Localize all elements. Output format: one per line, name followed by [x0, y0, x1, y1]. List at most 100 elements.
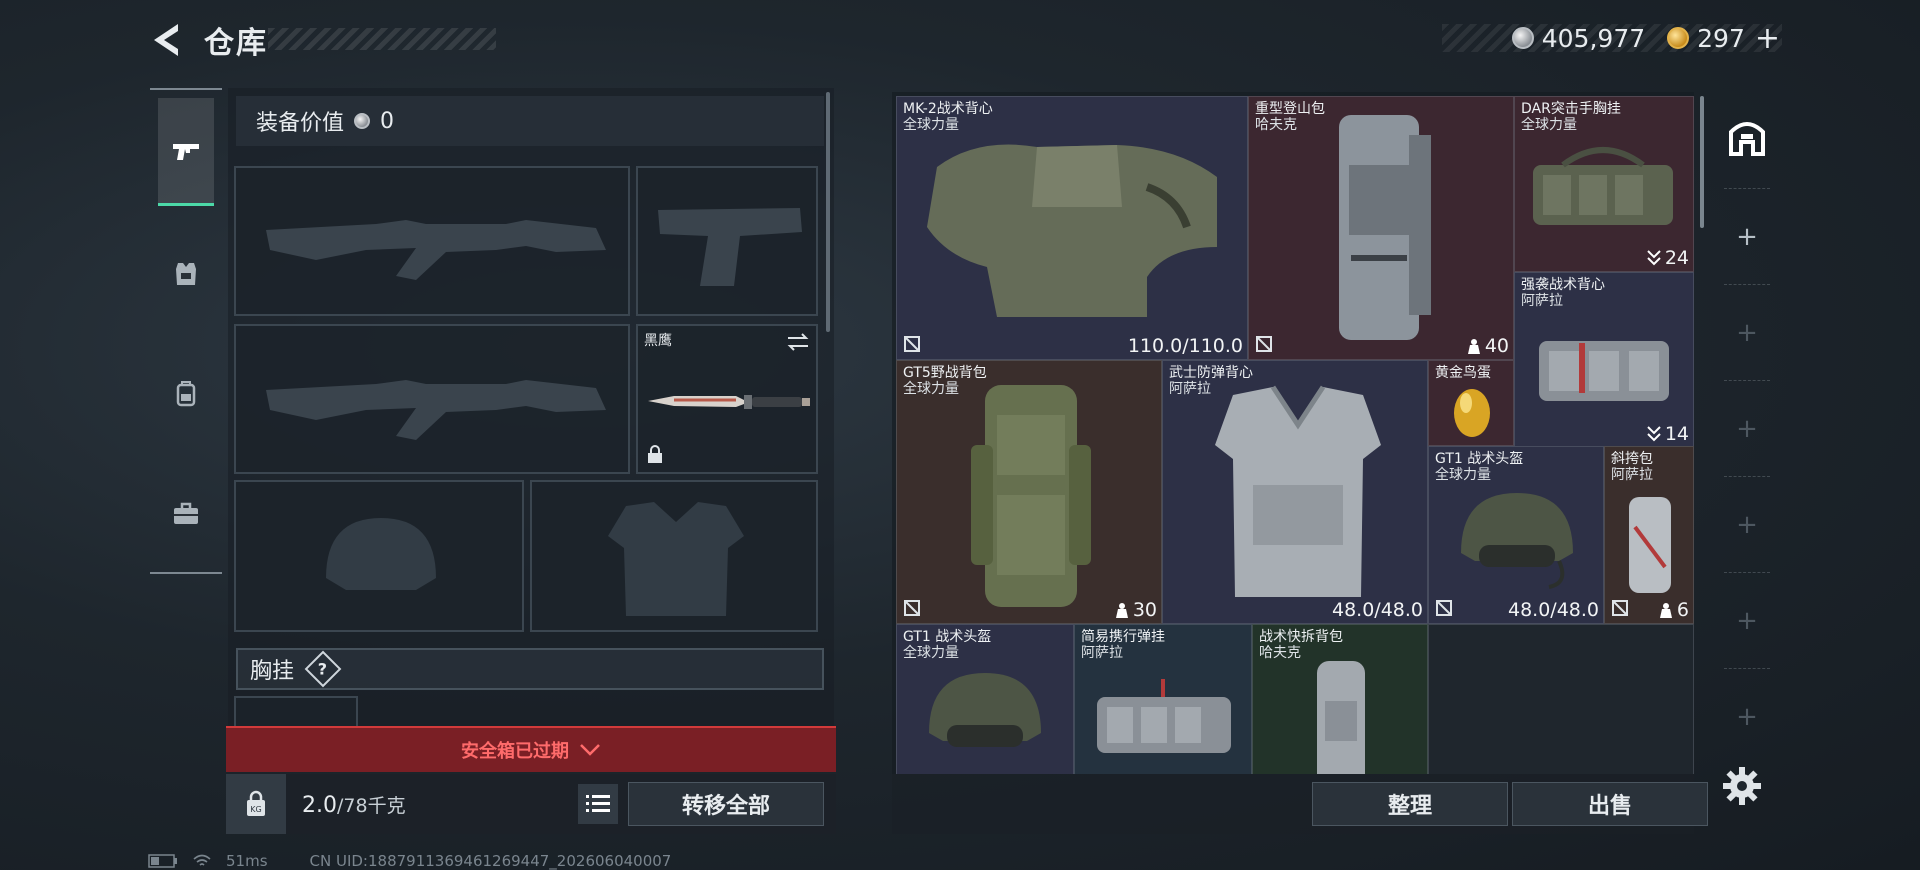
svg-text:KG: KG — [250, 805, 261, 814]
broken-durability-icon — [904, 336, 920, 352]
backpack-icon — [971, 385, 1091, 607]
item-count-wrap: 6 — [1658, 599, 1689, 621]
item-brand: 哈夫克 — [1259, 645, 1301, 661]
sling-bag-icon — [1629, 497, 1671, 593]
golden-egg-icon — [1454, 389, 1490, 437]
currency-bar: 405,977 297 + — [1442, 21, 1782, 56]
help-icon[interactable]: ? — [304, 650, 342, 688]
chest-rig-icon — [1533, 147, 1673, 225]
list-icon — [586, 795, 610, 812]
melee-slot[interactable]: 黑鹰 — [636, 324, 818, 474]
equipment-panel: 装备价值 0 黑鹰 胸挂 ? — [228, 88, 834, 728]
item-cell[interactable]: 重型登山包 哈夫克 40 — [1248, 96, 1514, 360]
weight-current: 2.0 — [302, 792, 337, 818]
lock-icon — [648, 445, 662, 463]
sort-button[interactable]: 整理 — [1312, 782, 1508, 826]
item-count: 30 — [1132, 599, 1157, 621]
back-arrow-icon[interactable] — [148, 20, 184, 60]
weight-lock[interactable]: KG — [226, 774, 286, 834]
helmet-slot[interactable] — [234, 480, 524, 632]
silver-coin-icon — [1511, 27, 1534, 49]
item-cell[interactable]: GT1 战术头盔 全球力量 — [896, 624, 1074, 774]
tab-backpacks[interactable] — [158, 340, 214, 448]
swap-icon[interactable] — [786, 332, 810, 352]
item-count: 14 — [1664, 423, 1689, 445]
item-cell[interactable]: 强袭战术背心 阿萨拉 14 — [1514, 272, 1694, 448]
storage-grid: MK-2战术背心 全球力量 110.0/110.0 重型登山包 哈夫克 40 D… — [896, 96, 1694, 774]
add-storage-tab-button[interactable]: + — [1722, 692, 1772, 742]
weight-icon — [1467, 339, 1480, 354]
safe-box-status: 安全箱已过期 — [461, 741, 569, 762]
item-durability: 48.0/48.0 — [1507, 599, 1599, 621]
item-brand: 阿萨拉 — [1611, 467, 1653, 483]
tab-weapons[interactable] — [158, 98, 214, 206]
item-cell[interactable]: 斜挎包 阿萨拉 6 — [1604, 446, 1694, 624]
vest-silhouette-icon — [608, 502, 744, 616]
tab-armor[interactable] — [158, 220, 214, 328]
sell-button[interactable]: 出售 — [1512, 782, 1708, 826]
item-count-wrap: 24 — [1646, 247, 1689, 269]
equipment-value: 0 — [380, 108, 395, 134]
safe-box-expired-banner[interactable]: 安全箱已过期 — [226, 726, 836, 772]
tab-cases[interactable] — [158, 460, 214, 568]
item-count-wrap: 14 — [1646, 423, 1689, 445]
helmet-icon — [1461, 493, 1573, 589]
list-view-button[interactable] — [578, 784, 618, 824]
rifle-silhouette-icon — [266, 380, 606, 440]
secondary-weapon-slot[interactable] — [234, 324, 630, 474]
item-cell[interactable]: 黄金鸟蛋 — [1428, 360, 1514, 446]
transfer-all-button[interactable]: 转移全部 — [628, 782, 824, 826]
chest-rig-slot[interactable] — [234, 696, 358, 728]
equipment-scrollbar[interactable] — [826, 92, 830, 332]
add-storage-tab-button[interactable]: + — [1722, 212, 1772, 262]
knife-name: 黑鹰 — [644, 333, 672, 349]
item-cell[interactable]: MK-2战术背心 全球力量 110.0/110.0 — [896, 96, 1248, 360]
title-decoration — [268, 28, 496, 50]
item-cell[interactable]: 战术快拆背包 哈夫克 — [1252, 624, 1428, 774]
armor-icon — [176, 263, 196, 285]
broken-durability-icon — [1256, 336, 1272, 352]
equipment-value-row: 装备价值 0 — [236, 96, 824, 146]
add-currency-button[interactable]: + — [1755, 21, 1780, 56]
helmet-icon — [929, 673, 1041, 747]
page-title: 仓库 — [204, 26, 268, 61]
settings-icon[interactable] — [1720, 764, 1764, 808]
backpack-icon — [1317, 661, 1365, 774]
weight-bar: KG 2.0/78千克 转移全部 — [226, 774, 836, 834]
item-cell[interactable]: 武士防弹背心 阿萨拉 48.0/48.0 — [1162, 360, 1428, 624]
chest-rig-section: 胸挂 ? — [236, 648, 824, 690]
weight-icon — [1115, 603, 1128, 618]
item-cell[interactable]: 简易携行弹挂 阿萨拉 — [1074, 624, 1252, 774]
item-cell[interactable]: GT1 战术头盔 全球力量 48.0/48.0 — [1428, 446, 1604, 624]
body-armor-slot[interactable] — [530, 480, 818, 632]
weight-icon: KG — [247, 790, 265, 816]
add-storage-tab-button[interactable]: + — [1722, 308, 1772, 358]
empty-cell[interactable] — [1428, 624, 1694, 774]
item-durability: 110.0/110.0 — [1127, 335, 1243, 357]
add-storage-tab-button[interactable]: + — [1722, 596, 1772, 646]
item-brand: 全球力量 — [903, 381, 959, 397]
storage-scrollbar[interactable] — [1700, 96, 1704, 228]
gold-coin-icon — [1667, 27, 1690, 49]
weight-text: 2.0/78千克 — [302, 791, 578, 818]
gold-amount: 297 — [1697, 23, 1745, 53]
item-name: 黄金鸟蛋 — [1435, 365, 1491, 381]
primary-weapon-slot[interactable] — [234, 166, 630, 316]
pistol-icon — [173, 143, 199, 160]
status-bar: 51ms CN UID:1887911369461269447_20260604… — [148, 852, 671, 870]
silver-amount: 405,977 — [1541, 23, 1646, 53]
item-cell[interactable]: DAR突击手胸挂 全球力量 24 — [1514, 96, 1694, 272]
weight-icon — [1659, 603, 1672, 618]
category-tab-rail — [150, 88, 222, 574]
item-cell[interactable]: GT5野战背包 全球力量 30 — [896, 360, 1162, 624]
chest-rig-label: 胸挂 — [250, 659, 295, 684]
add-storage-tab-button[interactable]: + — [1722, 500, 1772, 550]
storage-tab-rail: + + + + + + — [1710, 92, 1784, 782]
stack-icon — [1647, 250, 1661, 266]
storage-tab-main[interactable] — [1722, 112, 1772, 162]
sidearm-slot[interactable] — [636, 166, 818, 316]
ammo-rig-icon — [1097, 679, 1231, 753]
weight-capacity: /78千克 — [337, 794, 406, 817]
add-storage-tab-button[interactable]: + — [1722, 404, 1772, 454]
item-brand: 全球力量 — [1521, 117, 1577, 133]
